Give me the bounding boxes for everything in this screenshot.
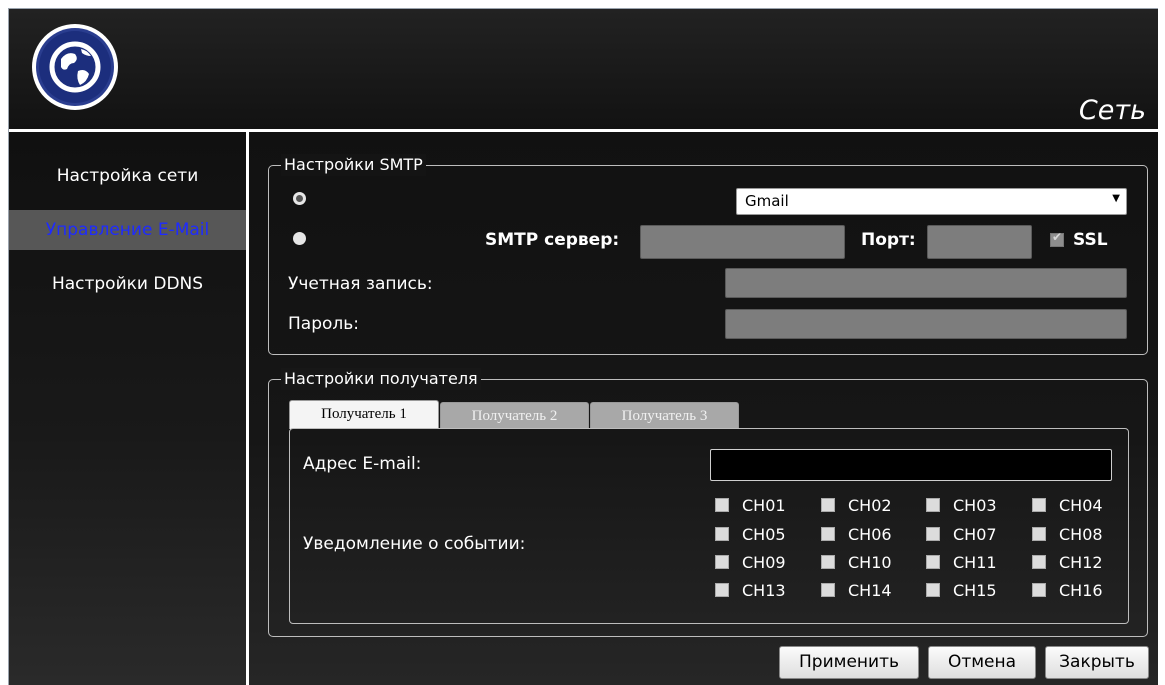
channel-label: CH04 — [1059, 496, 1103, 515]
tab-recipient-1[interactable]: Получатель 1 — [289, 400, 439, 429]
ssl-checkbox[interactable]: ✔ — [1050, 230, 1064, 247]
channel-label: CH05 — [742, 525, 786, 544]
channel-checkbox[interactable] — [821, 555, 835, 569]
channel-checkbox[interactable] — [1032, 498, 1046, 512]
channel-label: CH11 — [953, 553, 997, 572]
chevron-down-icon: ▼ — [1112, 193, 1120, 204]
account-label: Учетная запись: — [288, 274, 433, 294]
password-input[interactable] — [725, 309, 1127, 339]
smtp-preset-select[interactable]: Gmail ▼ — [736, 188, 1127, 215]
header: Сеть — [9, 9, 1158, 129]
channel-checkbox[interactable] — [926, 498, 940, 512]
port-label: Порт: — [861, 230, 916, 250]
channel-checkbox[interactable] — [821, 527, 835, 541]
app-window: Сеть Настройка сети Управление E-Mail На… — [8, 8, 1158, 685]
tab-recipient-3[interactable]: Получатель 3 — [590, 402, 739, 429]
channel-checkbox[interactable] — [715, 555, 729, 569]
smtp-server-input[interactable] — [640, 225, 845, 259]
channel-label: CH16 — [1059, 581, 1103, 600]
custom-server-radio[interactable] — [293, 232, 306, 245]
channel-label: CH08 — [1059, 525, 1103, 544]
main-panel: Настройки SMTP Gmail ▼ SMTP сервер: Порт… — [249, 132, 1158, 685]
channel-checkbox[interactable] — [1032, 527, 1046, 541]
channel-checkbox[interactable] — [715, 527, 729, 541]
email-address-input[interactable] — [710, 449, 1112, 481]
globe-icon — [32, 24, 118, 110]
email-address-label: Адрес E-mail: — [303, 454, 422, 474]
channel-checkbox[interactable] — [1032, 555, 1046, 569]
channel-checkbox[interactable] — [715, 498, 729, 512]
channel-label: CH14 — [848, 581, 892, 600]
channel-checkbox[interactable] — [821, 583, 835, 597]
sidebar-item-ddns-settings[interactable]: Настройки DDNS — [9, 264, 246, 304]
channel-label: CH09 — [742, 553, 786, 572]
smtp-legend: Настройки SMTP — [281, 154, 426, 176]
recipient-legend: Настройки получателя — [281, 368, 481, 390]
smtp-settings-group: Настройки SMTP Gmail ▼ SMTP сервер: Порт… — [268, 154, 1148, 355]
channel-checkbox[interactable] — [821, 498, 835, 512]
channel-label: CH13 — [742, 581, 786, 600]
recipient-settings-group: Настройки получателя Получатель 1 Получа… — [268, 368, 1148, 637]
channel-label: CH03 — [953, 496, 997, 515]
channel-checkbox[interactable] — [1032, 583, 1046, 597]
channel-checkbox[interactable] — [715, 583, 729, 597]
page-title: Сеть — [1078, 95, 1146, 126]
channel-checkbox[interactable] — [926, 555, 940, 569]
account-input[interactable] — [725, 268, 1127, 298]
channel-label: CH15 — [953, 581, 997, 600]
channel-label: CH01 — [742, 496, 786, 515]
apply-button[interactable]: Применить — [779, 646, 919, 679]
close-button[interactable]: Закрыть — [1045, 646, 1149, 679]
channel-checkbox[interactable] — [926, 583, 940, 597]
recipient-tab-panel: Адрес E-mail: Уведомление о событии: CH0… — [289, 428, 1129, 624]
smtp-server-label: SMTP сервер: — [485, 230, 620, 250]
channel-checkbox[interactable] — [926, 527, 940, 541]
cancel-button[interactable]: Отмена — [928, 646, 1036, 679]
port-input[interactable] — [927, 225, 1032, 259]
preset-radio[interactable] — [293, 192, 306, 205]
sidebar: Настройка сети Управление E-Mail Настрой… — [9, 132, 246, 685]
channel-label: CH12 — [1059, 553, 1103, 572]
channel-label: CH07 — [953, 525, 997, 544]
channel-label: CH06 — [848, 525, 892, 544]
event-notification-label: Уведомление о событии: — [303, 534, 526, 554]
tab-recipient-2[interactable]: Получатель 2 — [440, 402, 589, 429]
channel-label: CH10 — [848, 553, 892, 572]
ssl-label: SSL — [1073, 230, 1108, 250]
smtp-preset-value: Gmail — [745, 192, 789, 210]
sidebar-item-network-settings[interactable]: Настройка сети — [9, 156, 246, 196]
channel-label: CH02 — [848, 496, 892, 515]
sidebar-item-email-management[interactable]: Управление E-Mail — [9, 210, 246, 250]
password-label: Пароль: — [288, 314, 360, 334]
